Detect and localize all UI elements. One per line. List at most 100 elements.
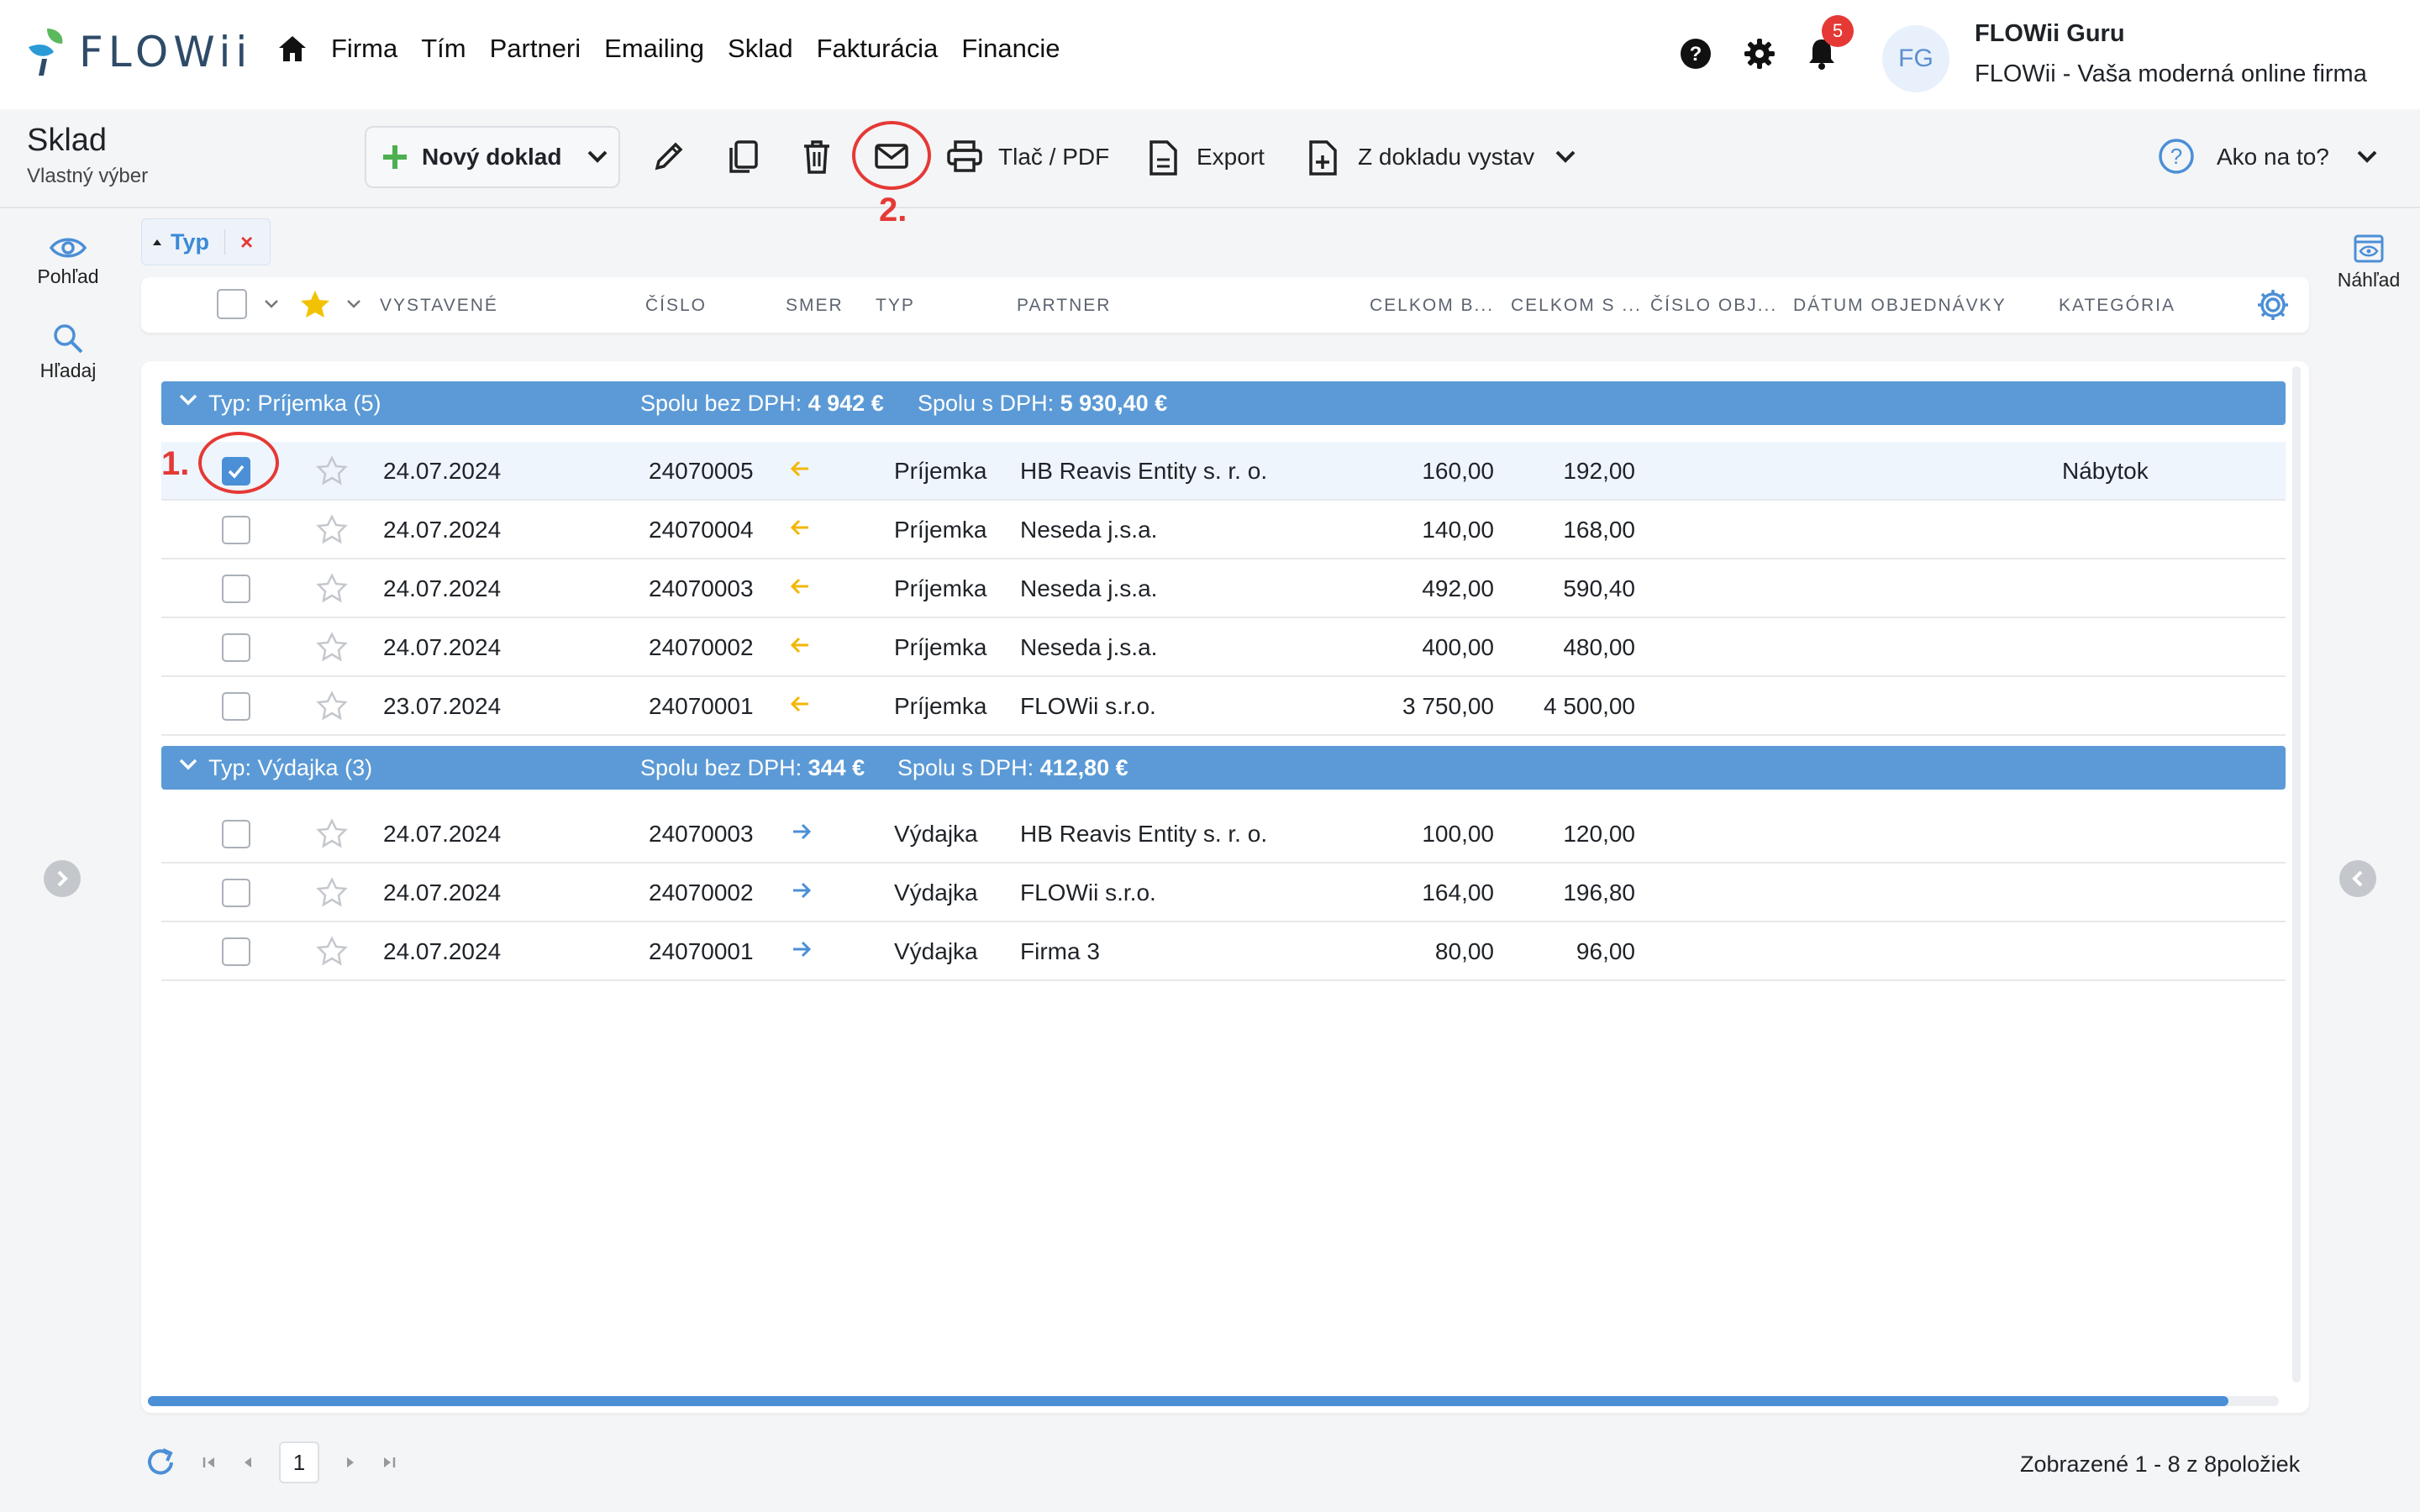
print-pdf-button[interactable]: Tlač / PDF	[998, 144, 1109, 171]
cell-date: 24.07.2024	[383, 458, 502, 484]
from-document-button[interactable]: Z dokladu vystav	[1358, 144, 1534, 171]
star-outline-icon[interactable]	[316, 514, 348, 544]
gear-icon[interactable]	[1743, 37, 1776, 71]
filter-chip-divider	[224, 229, 225, 255]
expand-right-panel-button[interactable]	[2339, 860, 2376, 897]
refresh-icon[interactable]	[145, 1446, 176, 1478]
table-row[interactable]: 24.07.2024 24070001 Výdajka Firma 3 80,00 96,…	[161, 922, 2286, 981]
current-page-button[interactable]: 1	[279, 1441, 319, 1483]
arrow-right-icon	[793, 882, 812, 899]
table-row[interactable]: 24.07.2024 24070002 Príjemka Neseda j.s.a. 4…	[161, 618, 2286, 677]
chevron-down-icon[interactable]	[178, 758, 198, 771]
column-header-order-number[interactable]: ČÍSLO OBJ...	[1650, 296, 1777, 316]
remove-filter-icon[interactable]: ×	[240, 229, 253, 255]
document-icon[interactable]	[1148, 139, 1178, 176]
group-header-vydajka[interactable]: Typ: Výdajka (3) Spolu bez DPH: 344 € Sp…	[161, 746, 2286, 790]
column-header-total-vat[interactable]: CELKOM S ...	[1511, 296, 1642, 316]
table-row[interactable]: 23.07.2024 24070001 Príjemka FLOWii s.r.o. 3…	[161, 677, 2286, 736]
cell-total-vat: 196,80	[1563, 879, 1635, 906]
last-page-icon[interactable]	[381, 1455, 397, 1470]
table-row[interactable]: 24.07.2024 24070002 Výdajka FLOWii s.r.o. 16…	[161, 864, 2286, 922]
star-outline-icon[interactable]	[316, 632, 348, 662]
table-row[interactable]: 24.07.2024 24070004 Príjemka Neseda j.s.a. 1…	[161, 501, 2286, 559]
group-sum-vat: Spolu s DPH: 412,80 €	[897, 755, 1128, 780]
nav-item-sklad[interactable]: Sklad	[728, 34, 793, 64]
column-header-number[interactable]: ČÍSLO	[645, 296, 707, 316]
cell-partner: FLOWii s.r.o.	[1020, 693, 1156, 719]
checkbox-highlight-circle	[198, 432, 279, 494]
row-checkbox[interactable]	[222, 879, 250, 907]
table-row[interactable]: 24.07.2024 24070003 Výdajka HB Reavis Entit…	[161, 805, 2286, 864]
pencil-icon[interactable]	[652, 139, 686, 173]
view-button[interactable]: Pohľad	[22, 235, 114, 288]
row-checkbox[interactable]	[222, 633, 250, 662]
cell-type: Príjemka	[894, 693, 987, 719]
chevron-down-icon[interactable]	[264, 299, 279, 309]
annotation-step-2: 2.	[879, 192, 908, 228]
cell-number: 24070001	[649, 938, 754, 964]
star-outline-icon[interactable]	[316, 573, 348, 603]
star-outline-icon[interactable]	[316, 877, 348, 907]
star-filled-icon[interactable]	[299, 289, 331, 319]
chevron-down-icon[interactable]	[2356, 150, 2378, 165]
select-all-checkbox[interactable]	[217, 289, 247, 319]
star-outline-icon[interactable]	[316, 818, 348, 848]
document-plus-icon[interactable]	[1307, 139, 1338, 176]
first-page-icon[interactable]	[202, 1455, 217, 1470]
copy-icon[interactable]	[726, 139, 760, 175]
nav-item-emailing[interactable]: Emailing	[604, 34, 704, 64]
page-subtitle[interactable]: Vlastný výber	[27, 165, 148, 188]
nav-item-financie[interactable]: Financie	[961, 34, 1060, 64]
previous-page-icon[interactable]	[242, 1455, 254, 1470]
expand-left-panel-button[interactable]	[44, 860, 81, 897]
row-checkbox[interactable]	[222, 516, 250, 544]
star-outline-icon[interactable]	[316, 690, 348, 721]
column-header-direction[interactable]: SMER	[786, 296, 844, 316]
export-button[interactable]: Export	[1197, 144, 1265, 171]
cell-number: 24070003	[649, 575, 754, 601]
star-outline-icon[interactable]	[316, 455, 348, 486]
column-header-type[interactable]: TYP	[876, 296, 915, 316]
column-header-issued[interactable]: VYSTAVENÉ	[380, 296, 498, 316]
vertical-scrollbar[interactable]	[2292, 366, 2301, 1383]
table-row[interactable]: 24.07.2024 24070005 Príjemka HB Reavis Enti…	[161, 442, 2286, 501]
column-header-order-date[interactable]: DÁTUM OBJEDNÁVKY	[1793, 296, 2007, 316]
search-button[interactable]: Hľadaj	[22, 323, 114, 382]
column-settings-gear-icon[interactable]	[2255, 287, 2291, 323]
filter-chip-typ[interactable]: Typ ×	[141, 218, 271, 265]
star-outline-icon[interactable]	[316, 936, 348, 966]
notification-badge: 5	[1822, 15, 1854, 47]
preview-button[interactable]: Náhľad	[2323, 234, 2415, 291]
chevron-down-icon[interactable]	[346, 299, 361, 309]
row-checkbox[interactable]	[222, 575, 250, 603]
trash-icon[interactable]	[802, 139, 832, 175]
how-to-button[interactable]: Ako na to?	[2217, 144, 2329, 171]
column-header-total-no-vat[interactable]: CELKOM B...	[1370, 296, 1494, 316]
row-checkbox[interactable]	[222, 692, 250, 721]
cell-date: 24.07.2024	[383, 517, 502, 543]
nav-item-tim[interactable]: Tím	[421, 34, 466, 64]
group-header-prijemka[interactable]: Typ: Príjemka (5) Spolu bez DPH: 4 942 €…	[161, 381, 2286, 425]
chevron-down-icon[interactable]	[178, 393, 198, 407]
help-circle-icon[interactable]: ?	[1679, 37, 1712, 71]
page-title: Sklad	[27, 123, 108, 158]
column-header-partner[interactable]: PARTNER	[1017, 296, 1111, 316]
column-header-category[interactable]: KATEGÓRIA	[2059, 296, 2175, 316]
new-document-button[interactable]: Nový doklad	[365, 126, 620, 188]
row-checkbox[interactable]	[222, 820, 250, 848]
home-icon[interactable]	[277, 34, 308, 63]
chevron-down-icon[interactable]	[587, 150, 608, 165]
help-outline-icon[interactable]: ?	[2158, 138, 2195, 175]
brand-logo[interactable]: FLOWii	[25, 25, 252, 79]
avatar[interactable]: FG	[1882, 25, 1949, 92]
next-page-icon[interactable]	[345, 1455, 356, 1470]
cell-type: Príjemka	[894, 634, 987, 660]
nav-item-partneri[interactable]: Partneri	[490, 34, 581, 64]
chevron-down-icon[interactable]	[1555, 150, 1576, 165]
horizontal-scrollbar-thumb[interactable]	[148, 1396, 2228, 1406]
table-row[interactable]: 24.07.2024 24070003 Príjemka Neseda j.s.a. 4…	[161, 559, 2286, 618]
printer-icon[interactable]	[946, 139, 983, 173]
nav-item-fakturacia[interactable]: Fakturácia	[817, 34, 939, 64]
row-checkbox[interactable]	[222, 937, 250, 966]
nav-item-firma[interactable]: Firma	[331, 34, 397, 64]
